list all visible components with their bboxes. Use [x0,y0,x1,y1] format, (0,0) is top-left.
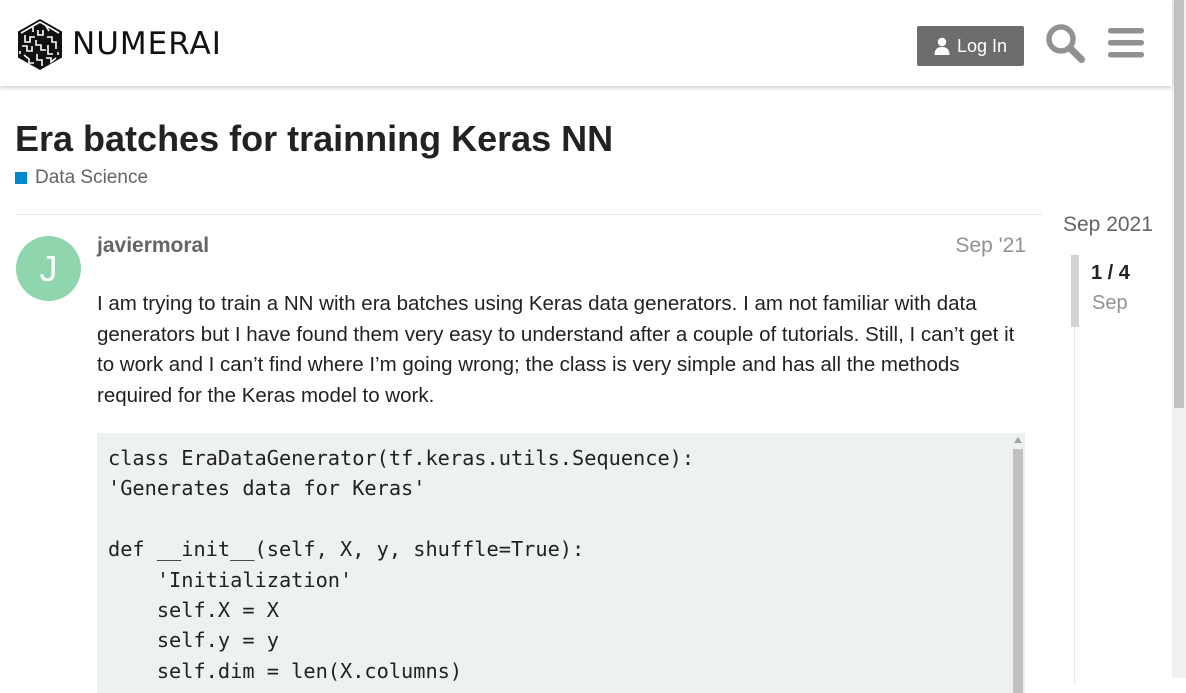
hamburger-menu-icon[interactable] [1108,26,1144,60]
post-username[interactable]: javiermoral [97,234,209,258]
numerai-cube-logo-icon [18,19,62,70]
search-icon[interactable] [1045,23,1085,63]
site-logo[interactable]: NUMERAI [16,18,222,71]
category-badge[interactable]: Data Science [15,167,148,189]
timeline-current-date: Sep [1092,292,1128,314]
brand-name: NUMERAI [72,26,222,62]
avatar-letter: J [39,247,58,289]
page-scrollbar-thumb[interactable] [1174,0,1184,408]
avatar[interactable]: J [16,236,81,301]
topic-title[interactable]: Era batches for trainning Keras NN [15,118,613,160]
site-header: NUMERAI Log In [0,0,1172,86]
post-body-text: I am trying to train a NN with era batch… [97,292,1015,407]
post-date[interactable]: Sep '21 [930,234,1026,258]
scroll-up-arrow-icon[interactable] [1014,437,1022,443]
login-label: Log In [956,35,1008,56]
category-color-square [15,172,27,184]
timeline-start-date[interactable]: Sep 2021 [1063,213,1153,237]
code-scrollbar[interactable] [1011,433,1025,693]
timeline-counter: 1 / 4 [1091,262,1130,284]
topic-divider [15,214,1042,215]
category-name: Data Science [35,167,149,188]
timeline-handle[interactable] [1071,255,1079,327]
code-scrollbar-thumb[interactable] [1013,449,1023,693]
code-block: class EraDataGenerator(tf.keras.utils.Se… [97,433,1025,693]
code-content: class EraDataGenerator(tf.keras.utils.Se… [108,446,695,683]
user-icon [934,37,950,55]
login-button[interactable]: Log In [917,26,1024,66]
page-scrollbar[interactable] [1172,0,1186,678]
